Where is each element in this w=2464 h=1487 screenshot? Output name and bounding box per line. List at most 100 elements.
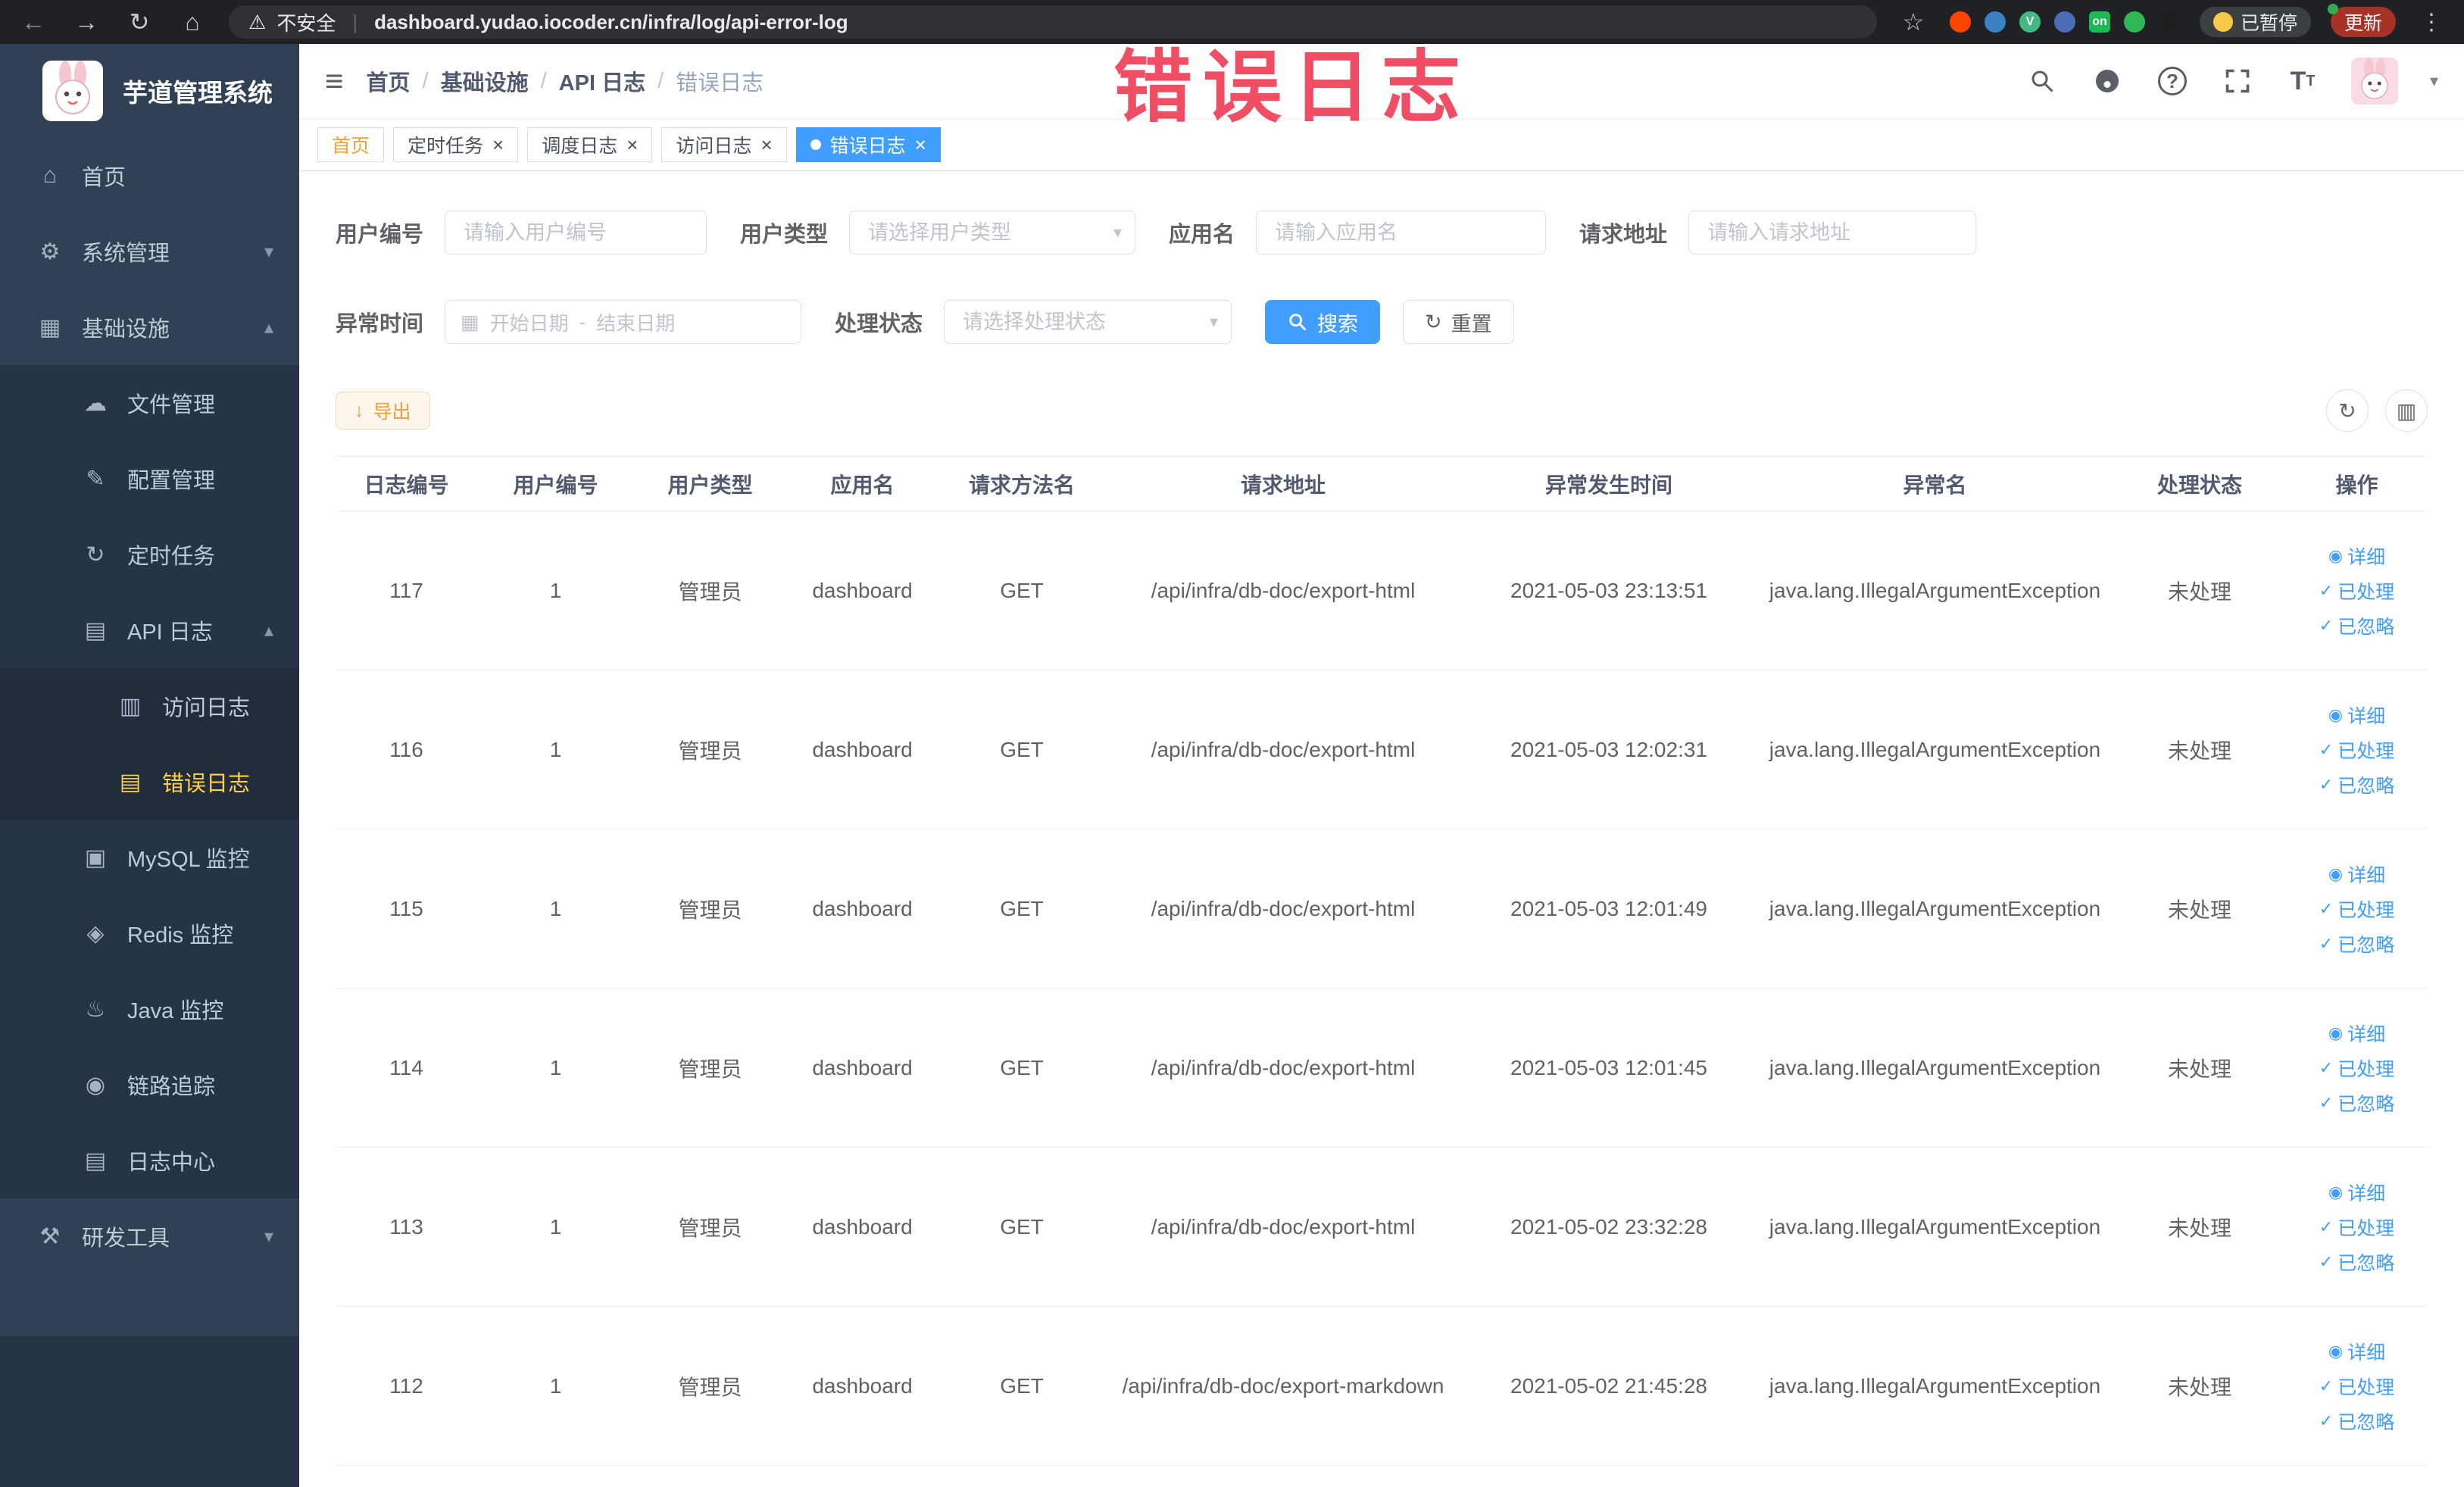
tab-schedule-log[interactable]: 调度日志 ×: [527, 127, 653, 162]
sidebar-item-java-monitor[interactable]: ♨ Java 监控: [0, 971, 299, 1047]
bookmark-star-icon[interactable]: ☆: [1897, 8, 1930, 36]
export-button[interactable]: ↓ 导出: [336, 392, 430, 430]
action-detail-link[interactable]: ◉ 详细: [2328, 1020, 2385, 1047]
close-icon[interactable]: ×: [492, 135, 504, 155]
action-detail-link[interactable]: ◉ 详细: [2328, 701, 2385, 729]
paused-badge[interactable]: 已暂停: [2199, 7, 2311, 37]
user-type-select[interactable]: [849, 211, 1136, 255]
action-detail-link[interactable]: ◉ 详细: [2328, 1338, 2385, 1365]
action-ignored-link[interactable]: ✓ 已忽略: [2319, 1248, 2394, 1276]
sidebar-item-log-center[interactable]: ▤ 日志中心: [0, 1123, 299, 1198]
drop-extension-icon[interactable]: [1984, 11, 2006, 33]
sidebar-item-trace[interactable]: ◉ 链路追踪: [0, 1047, 299, 1123]
breadcrumb-item[interactable]: API 日志: [559, 65, 645, 97]
tab-error-log[interactable]: 错误日志 ×: [795, 127, 941, 162]
sidebar-item-dev-tools[interactable]: ⚒ 研发工具 ▾: [0, 1198, 299, 1274]
action-ignored-link[interactable]: ✓ 已忽略: [2319, 930, 2394, 957]
browser-menu-icon[interactable]: ⋮: [2416, 9, 2447, 36]
sidebar-item-infra[interactable]: ▦ 基础设施 ▴: [0, 289, 299, 365]
page: ← → ↻ ⌂ ⚠ 不安全 | dashboard.yudao.iocoder.…: [0, 0, 2464, 1487]
action-ignored-link[interactable]: ✓ 已忽略: [2319, 1089, 2394, 1117]
close-icon[interactable]: ×: [626, 135, 638, 155]
close-icon[interactable]: ×: [760, 135, 772, 155]
help-icon[interactable]: ?: [2156, 64, 2189, 98]
action-ignored-link[interactable]: ✓ 已忽略: [2319, 612, 2394, 639]
eye-icon: ◉: [2328, 1023, 2344, 1042]
fullscreen-icon[interactable]: [2221, 64, 2254, 98]
sidebar-item-redis-monitor[interactable]: ◈ Redis 监控: [0, 895, 299, 971]
doc-icon: ▤: [119, 769, 142, 795]
reset-button[interactable]: ↻ 重置: [1403, 300, 1514, 344]
breadcrumb-separator: /: [540, 68, 547, 93]
breadcrumb-item[interactable]: 首页: [367, 65, 411, 97]
action-ignored-link[interactable]: ✓ 已忽略: [2319, 1407, 2394, 1435]
sidebar-item-api-log[interactable]: ▤ API 日志 ▴: [0, 592, 299, 668]
screen-on-extension-icon[interactable]: on: [2088, 11, 2110, 33]
action-processed-link[interactable]: ✓ 已处理: [2319, 895, 2394, 923]
address-bar[interactable]: ⚠ 不安全 | dashboard.yudao.iocoder.cn/infra…: [229, 5, 1877, 39]
cell-user-id: 1: [477, 670, 634, 829]
user-avatar[interactable]: [2350, 58, 2398, 105]
home-icon[interactable]: ⌂: [176, 8, 209, 36]
sidebar-item-file-mgmt[interactable]: ☁ 文件管理: [0, 365, 299, 441]
cell-id: 115: [336, 829, 477, 989]
breadcrumb-item[interactable]: 基础设施: [441, 65, 529, 97]
cell-method: GET: [938, 1306, 1105, 1466]
toolbar: ↓ 导出 ↻ ▥: [336, 389, 2428, 432]
leaf-extension-icon[interactable]: [2123, 11, 2145, 33]
action-processed-link[interactable]: ✓ 已处理: [2319, 577, 2394, 604]
column-settings-button[interactable]: ▥: [2385, 389, 2428, 432]
user-id-input[interactable]: [445, 211, 707, 255]
process-status-select[interactable]: [944, 300, 1232, 344]
request-url-input[interactable]: [1688, 211, 1977, 255]
sidebar-item-cron-job[interactable]: ↻ 定时任务: [0, 517, 299, 592]
sidebar-item-error-log[interactable]: ▤ 错误日志: [0, 744, 299, 820]
sidebar-item-access-log[interactable]: ▥ 访问日志: [0, 668, 299, 744]
cell-actions: ◉ 详细 ✓ 已处理 ✓ 已忽略: [2286, 988, 2428, 1148]
refresh-table-button[interactable]: ↻: [2326, 389, 2369, 432]
check-icon: ✓: [2319, 1376, 2334, 1395]
action-processed-link[interactable]: ✓ 已处理: [2319, 1214, 2394, 1241]
forward-icon[interactable]: →: [70, 8, 103, 36]
refresh-icon[interactable]: ↻: [123, 8, 156, 36]
sidebar-item-mysql-monitor[interactable]: ▣ MySQL 监控: [0, 820, 299, 895]
font-size-icon[interactable]: TT: [2286, 64, 2319, 98]
tab-cron-job[interactable]: 定时任务 ×: [393, 127, 519, 162]
tampermonkey-extension-icon[interactable]: [2158, 11, 2180, 33]
sidebar-item-config-mgmt[interactable]: ✎ 配置管理: [0, 441, 299, 517]
cell-url: /api/infra/db-doc/export-html: [1105, 829, 1461, 989]
vue-devtools-extension-icon[interactable]: V: [2019, 11, 2041, 33]
column-header: 用户类型: [634, 456, 786, 511]
action-label: 已处理: [2338, 1217, 2395, 1239]
github-icon[interactable]: [2091, 64, 2124, 98]
action-detail-link[interactable]: ◉ 详细: [2328, 542, 2385, 570]
sidebar-item-system-mgmt[interactable]: ⚙ 系统管理 ▾: [0, 214, 299, 289]
update-button[interactable]: 更新: [2327, 4, 2396, 37]
close-icon[interactable]: ×: [915, 135, 926, 155]
tab-access-log[interactable]: 访问日志 ×: [661, 127, 787, 162]
sidebar-item-label: 基础设施: [82, 317, 170, 342]
search-icon[interactable]: [2025, 64, 2059, 98]
grid-extension-icon[interactable]: [2053, 11, 2075, 33]
back-icon[interactable]: ←: [17, 8, 50, 36]
action-processed-link[interactable]: ✓ 已处理: [2319, 1373, 2394, 1400]
tab-home[interactable]: 首页: [317, 127, 385, 162]
cell-app: dashboard: [786, 829, 938, 989]
sidebar-item-home[interactable]: ⌂ 首页: [0, 138, 299, 214]
action-processed-link[interactable]: ✓ 已处理: [2319, 1054, 2394, 1082]
hamburger-icon[interactable]: ≡: [325, 63, 344, 99]
cell-actions: ◉ 详细 ✓ 已处理 ✓ 已忽略: [2286, 829, 2428, 989]
action-detail-link[interactable]: ◉ 详细: [2328, 1179, 2385, 1206]
cloud-icon: ☁: [84, 390, 107, 416]
search-button[interactable]: 搜索: [1265, 300, 1381, 344]
action-label: 详细: [2347, 1182, 2386, 1204]
chevron-down-icon[interactable]: ▾: [2430, 71, 2438, 91]
app-name-input[interactable]: [1256, 211, 1547, 255]
action-detail-link[interactable]: ◉ 详细: [2328, 861, 2385, 888]
action-processed-link[interactable]: ✓ 已处理: [2319, 736, 2394, 764]
reddit-extension-icon[interactable]: [1949, 11, 1971, 33]
error-log-table: 日志编号 用户编号 用户类型 应用名 请求方法名 请求地址 异常发生时间 异常名 处理状态 操作 …: [336, 456, 2428, 1466]
sidebar-item-label: MySQL 监控: [127, 848, 250, 872]
date-range-picker[interactable]: ▦ 开始日期 - 结束日期: [445, 300, 802, 344]
action-ignored-link[interactable]: ✓ 已忽略: [2319, 771, 2394, 798]
